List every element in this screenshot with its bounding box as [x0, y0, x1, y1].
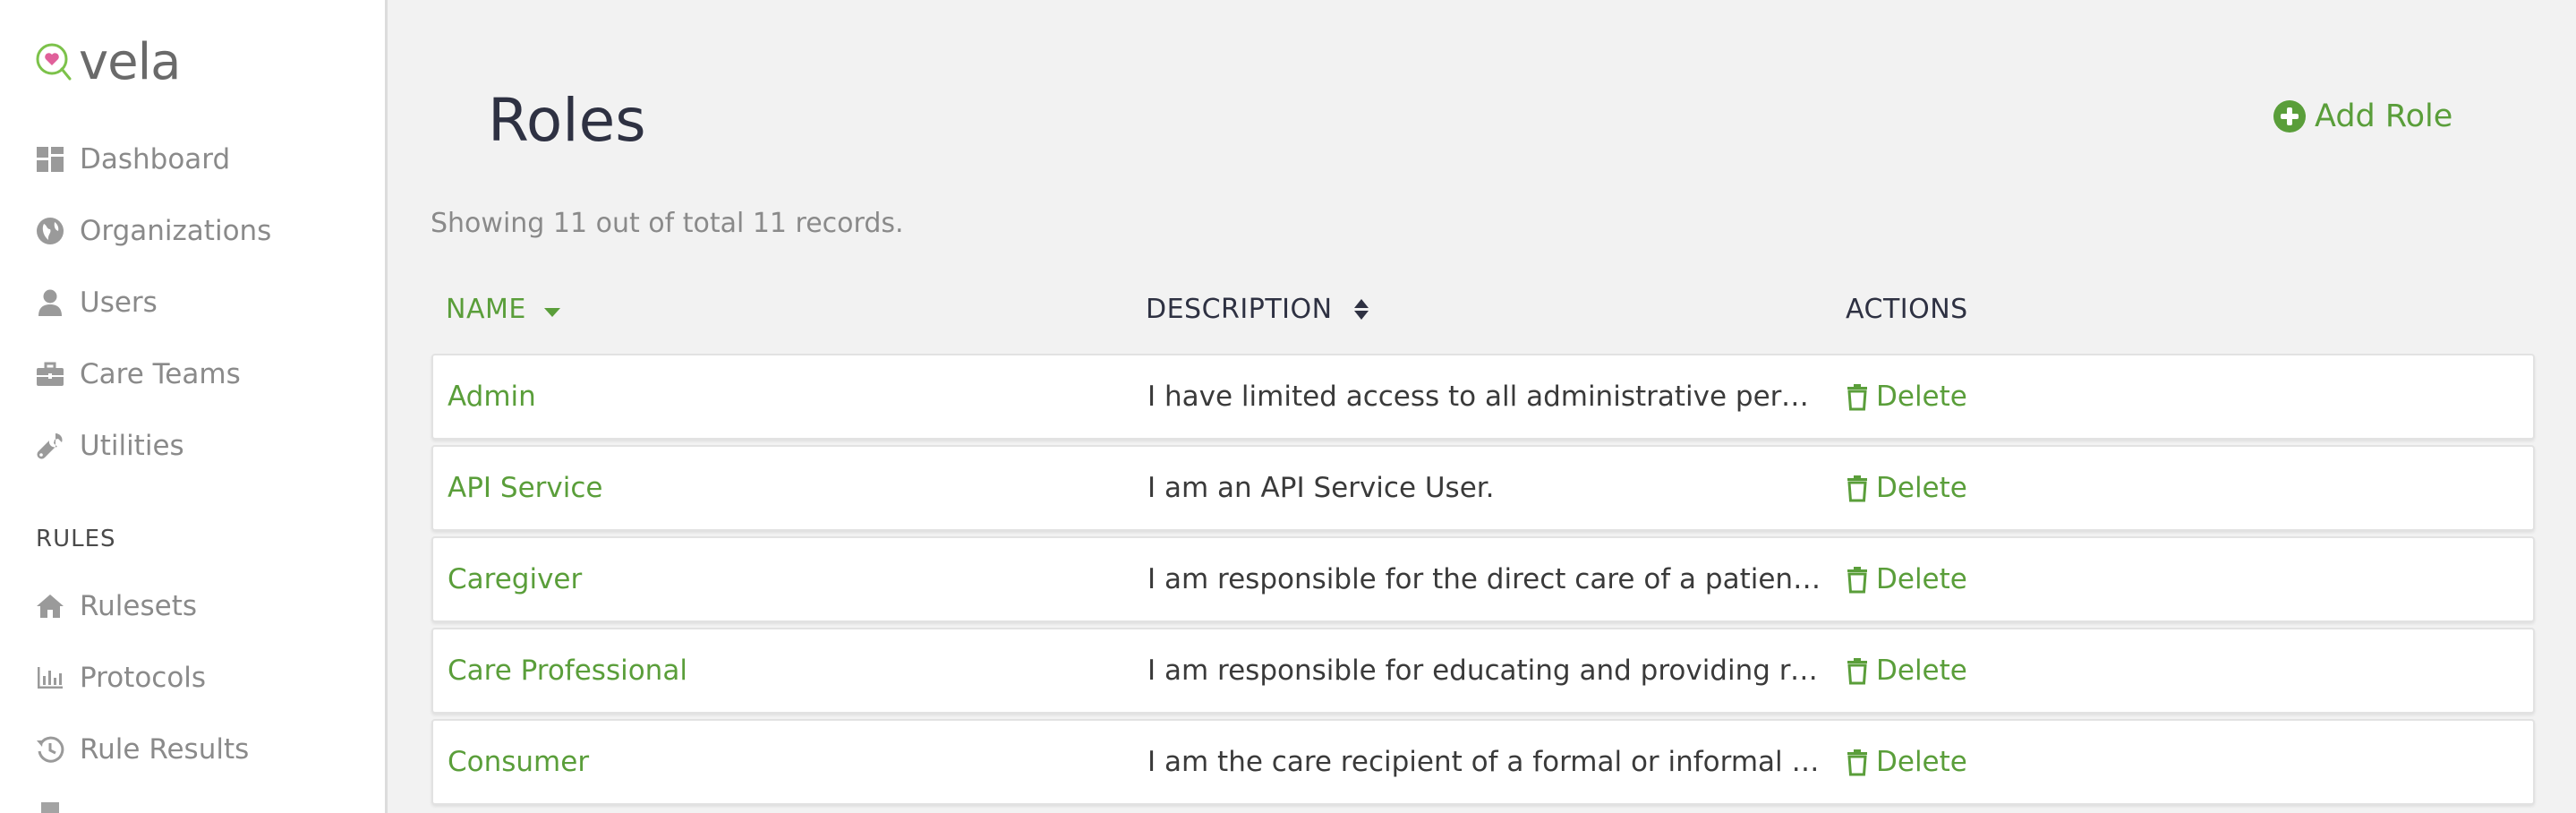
- table-row: Consumer I am the care recipient of a fo…: [431, 719, 2535, 805]
- logo-text: vela: [79, 33, 181, 91]
- role-name-link[interactable]: Consumer: [448, 721, 1110, 803]
- add-role-label: Add Role: [2315, 98, 2453, 134]
- heart-chat-logo-icon: [36, 43, 72, 81]
- sidebar-item-label: Utilities: [80, 430, 184, 462]
- sidebar-item-label: Users: [80, 287, 158, 319]
- delete-button[interactable]: Delete: [1846, 355, 1967, 438]
- column-header-actions-label: ACTIONS: [1846, 294, 1968, 325]
- role-description: I am an API Service User.: [1147, 472, 1495, 504]
- sidebar-item-organizations[interactable]: Organizations: [34, 204, 271, 258]
- role-description: I am responsible for educating and provi…: [1147, 655, 1826, 687]
- sidebar-item-protocols[interactable]: Protocols: [34, 651, 206, 705]
- role-name-link[interactable]: Caregiver: [448, 538, 1110, 620]
- sidebar-item-users[interactable]: Users: [34, 276, 158, 329]
- delete-label: Delete: [1876, 655, 1967, 687]
- history-icon: [34, 733, 66, 766]
- sidebar-item-care-teams[interactable]: Care Teams: [34, 347, 241, 401]
- user-icon: [34, 287, 66, 319]
- sidebar-item-label: Rule Results: [80, 733, 250, 766]
- trash-icon: [1847, 567, 1867, 594]
- table-row: API Service I am an API Service User. De…: [431, 445, 2535, 531]
- delete-label: Delete: [1876, 472, 1967, 504]
- delete-button[interactable]: Delete: [1846, 721, 1967, 803]
- vela-logo[interactable]: vela: [34, 33, 181, 91]
- delete-label: Delete: [1876, 746, 1967, 778]
- briefcase-icon: [34, 358, 66, 390]
- wrench-icon: [34, 430, 66, 462]
- sidebar-item-utilities[interactable]: Utilities: [34, 419, 184, 473]
- delete-button[interactable]: Delete: [1846, 447, 1967, 529]
- table-row: Caregiver I am responsible for the direc…: [431, 536, 2535, 622]
- delete-button[interactable]: Delete: [1846, 538, 1967, 620]
- add-role-button[interactable]: Add Role: [2273, 98, 2452, 134]
- file-icon: [34, 799, 66, 813]
- table-row: Admin I have limited access to all admin…: [431, 354, 2535, 440]
- bar-chart-icon: [34, 662, 66, 694]
- sidebar-item-label: Care Teams: [80, 358, 241, 390]
- sidebar-item-label: Rulesets: [80, 590, 198, 622]
- role-name-link[interactable]: Admin: [448, 355, 1110, 438]
- page-title: Roles: [488, 86, 646, 155]
- trash-icon: [1847, 749, 1867, 776]
- column-header-name[interactable]: NAME: [446, 294, 560, 325]
- role-name-link[interactable]: API Service: [448, 447, 1110, 529]
- column-header-actions: ACTIONS: [1846, 294, 1968, 325]
- delete-label: Delete: [1876, 563, 1967, 595]
- table-row: Care Professional I am responsible for e…: [431, 628, 2535, 714]
- column-header-description[interactable]: DESCRIPTION: [1146, 294, 1369, 325]
- plus-circle-icon: [2273, 100, 2306, 133]
- sidebar-item-partial[interactable]: [34, 788, 80, 813]
- role-description: I have limited access to all administrat…: [1147, 381, 1826, 413]
- sidebar-item-label: Protocols: [80, 662, 207, 694]
- sidebar-item-rule-results[interactable]: Rule Results: [34, 723, 249, 776]
- globe-icon: [34, 215, 66, 247]
- trash-icon: [1847, 384, 1867, 411]
- home-icon: [34, 590, 66, 622]
- delete-label: Delete: [1876, 381, 1967, 413]
- trash-icon: [1847, 475, 1867, 502]
- column-header-name-label: NAME: [446, 294, 526, 325]
- sort-desc-icon: [543, 307, 560, 317]
- delete-button[interactable]: Delete: [1846, 629, 1967, 712]
- role-name-link[interactable]: Care Professional: [448, 629, 1110, 712]
- records-count: Showing 11 out of total 11 records.: [431, 208, 904, 239]
- sidebar: vela Dashboard Organizations Users Care …: [0, 0, 388, 813]
- role-description: I am the care recipient of a formal or i…: [1147, 746, 1826, 778]
- sidebar-item-label: Dashboard: [80, 143, 231, 175]
- column-header-description-label: DESCRIPTION: [1146, 294, 1333, 325]
- dashboard-icon: [34, 143, 66, 175]
- sort-icon: [1353, 299, 1369, 320]
- rules-section-label: RULES: [36, 526, 116, 552]
- sidebar-item-label: Organizations: [80, 215, 272, 247]
- role-description: I am responsible for the direct care of …: [1147, 563, 1826, 595]
- sidebar-item-dashboard[interactable]: Dashboard: [34, 133, 230, 186]
- sidebar-item-rulesets[interactable]: Rulesets: [34, 579, 197, 633]
- trash-icon: [1847, 658, 1867, 685]
